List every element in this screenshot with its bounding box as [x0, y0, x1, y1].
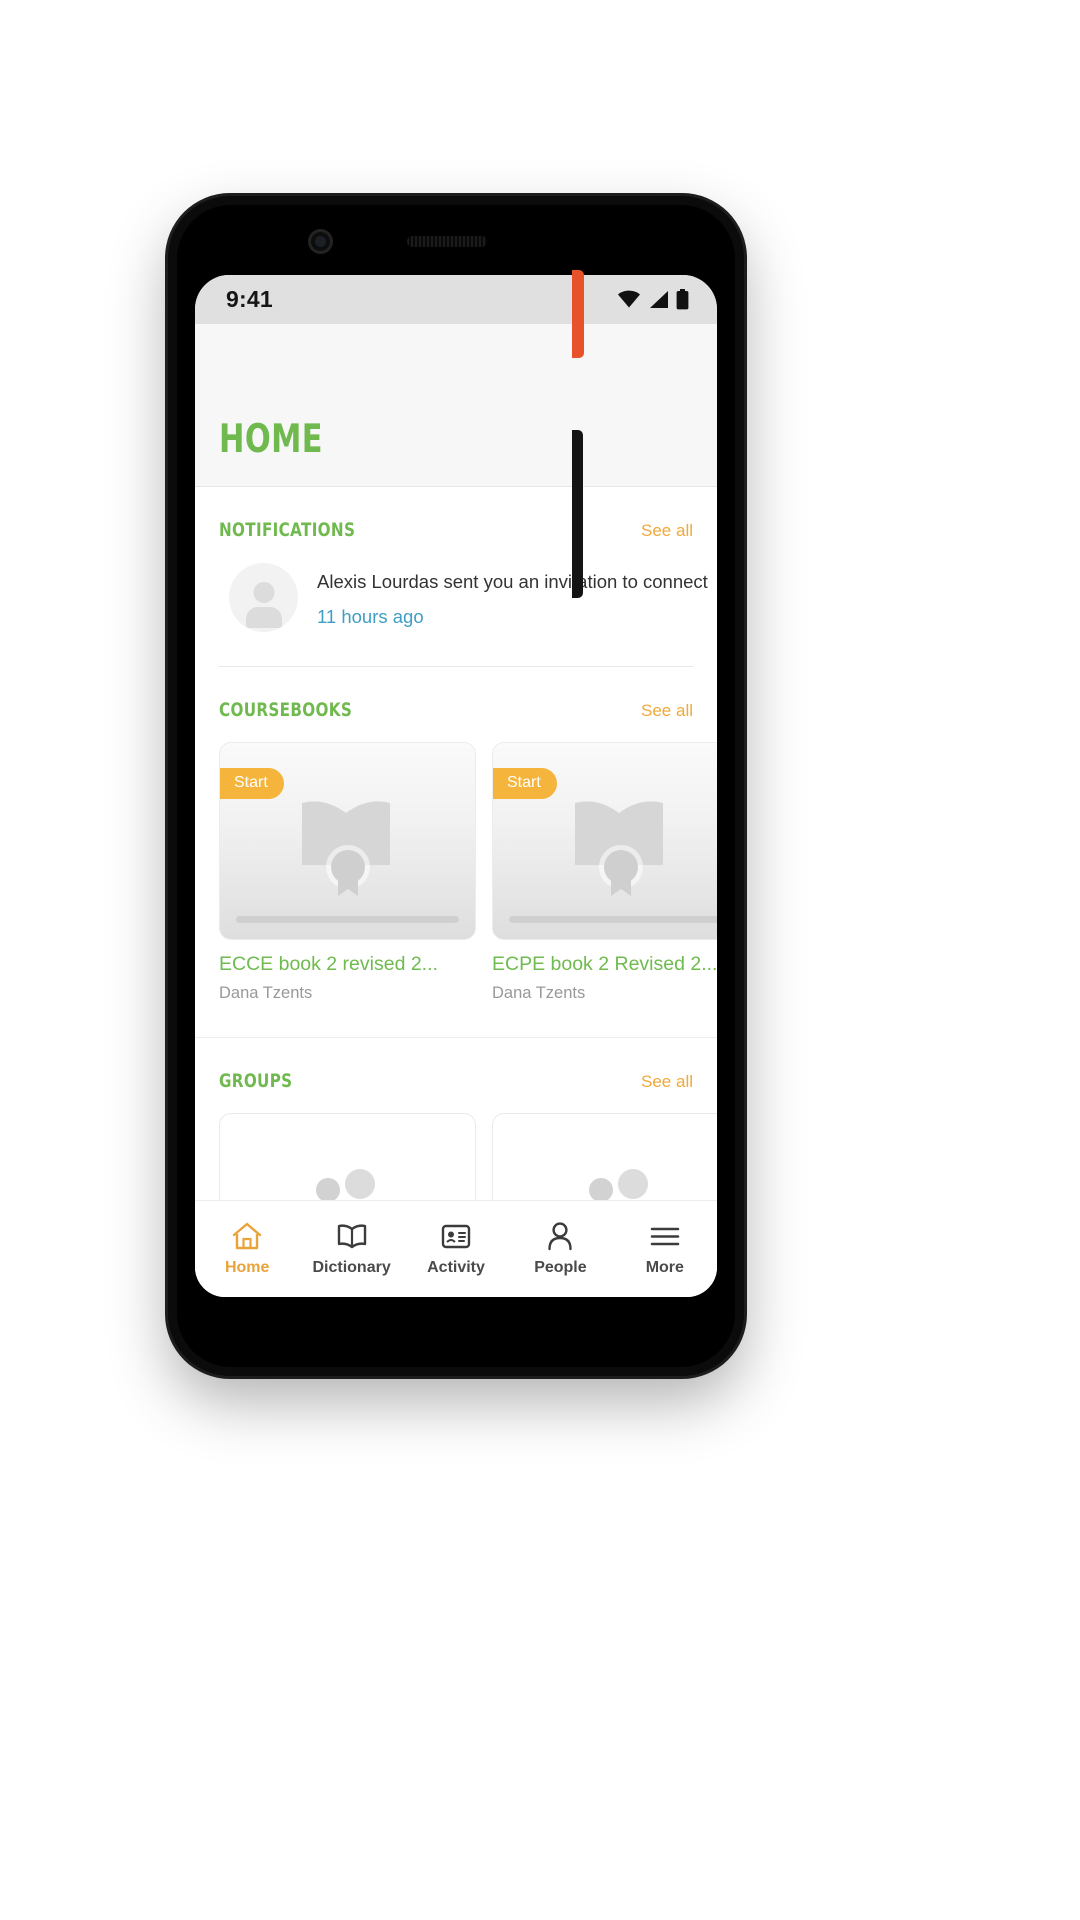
nav-item-people[interactable]: People [508, 1221, 612, 1277]
book-certificate-placeholder-icon [301, 801, 390, 896]
notification-item[interactable]: Alexis Lourdas sent you an invitation to… [219, 547, 708, 632]
earpiece-speaker-icon [407, 236, 487, 247]
nav-item-dictionary[interactable]: Dictionary [299, 1222, 403, 1277]
page-title: HOME [219, 417, 323, 462]
power-button[interactable] [572, 270, 584, 358]
nav-item-more[interactable]: More [613, 1222, 717, 1277]
nav-label-activity: Activity [427, 1258, 485, 1276]
notifications-see-all-link[interactable]: See all [641, 521, 693, 541]
coursebook-status-badge: Start [493, 768, 557, 799]
notification-texts: Alexis Lourdas sent you an invitation to… [317, 563, 708, 628]
front-camera-icon [308, 229, 333, 254]
status-bar-clock: 9:41 [226, 286, 273, 312]
scroll-content: NOTIFICATIONS See all Alexis Lourdas sen… [195, 487, 717, 1285]
coursebook-title: ECCE book 2 revised 2... [219, 953, 438, 975]
coursebooks-section: COURSEBOOKS See all [195, 667, 717, 727]
groups-see-all-link[interactable]: See all [641, 1072, 693, 1092]
coursebooks-rail[interactable]: Start ECCE book 2 revised 2... Dana Tzen… [219, 727, 717, 1003]
coursebook-author: Dana Tzents [219, 984, 313, 1002]
phone-device-frame: 9:41 HOME NOTIFICATIONS See all Alexis L… [168, 196, 744, 1376]
volume-rocker-button[interactable] [572, 430, 583, 598]
nav-label-dictionary: Dictionary [312, 1258, 391, 1276]
notifications-section: NOTIFICATIONS See all Alexis Lourdas sen… [195, 487, 717, 632]
hamburger-menu-icon [650, 1227, 680, 1245]
groups-header: GROUPS See all [219, 1038, 693, 1098]
status-bar-icons [617, 289, 689, 310]
cellular-signal-icon [650, 291, 668, 308]
nav-label-more: More [645, 1258, 684, 1276]
activity-card-icon [441, 1224, 471, 1248]
phone-screen: 9:41 HOME NOTIFICATIONS See all Alexis L… [195, 275, 717, 1297]
coursebook-progress-bar [236, 916, 459, 923]
coursebook-title: ECPE book 2 Revised 2... [492, 953, 717, 975]
book-certificate-placeholder-icon [574, 801, 663, 896]
person-placeholder-icon [229, 563, 298, 632]
person-icon [548, 1221, 573, 1250]
groups-section: GROUPS See all [195, 1038, 717, 1098]
coursebook-card[interactable]: Start ECPE book 2 Revised 2... Dana Tzen… [492, 742, 717, 1003]
coursebook-thumbnail[interactable]: Start [219, 742, 476, 940]
coursebooks-see-all-link[interactable]: See all [641, 701, 693, 721]
nav-item-activity[interactable]: Activity [404, 1222, 508, 1277]
notification-message: Alexis Lourdas sent you an invitation to… [317, 571, 708, 592]
status-bar: 9:41 [195, 275, 717, 324]
notifications-title: NOTIFICATIONS [219, 519, 356, 541]
book-open-icon [337, 1223, 366, 1248]
coursebooks-header: COURSEBOOKS See all [219, 667, 693, 727]
bottom-navigation-bar: Home Dictionary Activity People More [195, 1200, 717, 1297]
nav-item-home[interactable]: Home [195, 1222, 299, 1277]
page-header: HOME [195, 324, 717, 487]
nav-label-people: People [534, 1258, 587, 1276]
coursebook-author: Dana Tzents [492, 984, 586, 1002]
coursebook-thumbnail[interactable]: Start [492, 742, 717, 940]
home-icon [233, 1222, 262, 1249]
groups-title: GROUPS [219, 1070, 293, 1092]
battery-icon [676, 289, 689, 310]
nav-label-home: Home [224, 1258, 270, 1276]
notifications-header: NOTIFICATIONS See all [219, 487, 693, 547]
coursebook-progress-bar [509, 916, 717, 923]
wifi-icon [618, 290, 640, 308]
coursebook-status-badge: Start [220, 768, 284, 799]
notification-timestamp: 11 hours ago [317, 605, 424, 627]
coursebooks-title: COURSEBOOKS [219, 699, 353, 721]
coursebook-card[interactable]: Start ECCE book 2 revised 2... Dana Tzen… [219, 742, 476, 1003]
